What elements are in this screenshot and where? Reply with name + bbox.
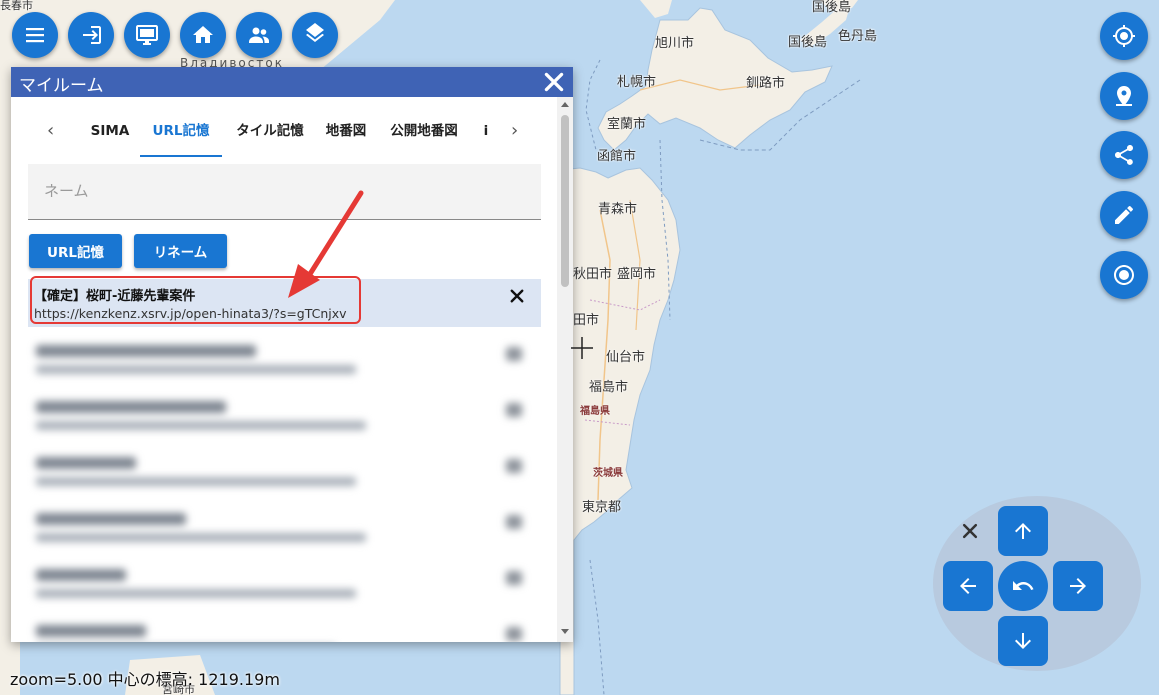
share-button[interactable] — [1100, 131, 1148, 179]
blurred-list-item — [28, 333, 541, 385]
users-button[interactable] — [236, 12, 282, 58]
layers-button[interactable] — [292, 12, 338, 58]
map-label-kunashiri: 国後島 — [788, 35, 828, 50]
arrow-down-icon — [1015, 633, 1031, 649]
map-label-sendai: 仙台市 — [606, 350, 646, 365]
save-url-button[interactable]: URL記憶 — [29, 234, 122, 268]
map-center-crosshair — [571, 337, 593, 359]
map-label-yamagata: 田市 — [573, 313, 600, 328]
map-label-fukushima: 福島市 — [589, 380, 629, 395]
zoom-elevation-status: zoom=5.00 中心の標高: 1219.19m — [10, 670, 280, 689]
tab-sima[interactable]: SIMA — [81, 119, 139, 155]
current-location-button[interactable] — [1100, 12, 1148, 60]
share-icon — [1115, 145, 1133, 165]
location-pin-icon — [1116, 86, 1132, 106]
scroll-down-icon[interactable] — [560, 628, 570, 636]
my-room-dialog: マイルーム ‹ SIMA URL記憶 タイル記憶 地番図 公開地番図 i › U… — [11, 67, 573, 642]
arrow-left-icon — [960, 578, 976, 594]
tab-bar: ‹ SIMA URL記憶 タイル記憶 地番図 公開地番図 i › — [41, 119, 536, 157]
pan-left-button[interactable] — [943, 561, 993, 611]
map-label-aomori: 青森市 — [598, 202, 638, 217]
map-label-shikotan: 色丹島 — [838, 29, 878, 44]
reset-rotation-button[interactable] — [998, 561, 1048, 611]
dialog-title: マイルーム — [19, 76, 104, 96]
blurred-list-item — [28, 389, 541, 441]
tab-more[interactable]: i — [477, 119, 495, 155]
crosshair-target-icon — [1113, 25, 1135, 47]
map-label-morioka: 盛岡市 — [617, 267, 657, 282]
radio-target-icon — [1114, 265, 1134, 285]
list-item[interactable]: 【確定】桜町-近藤先輩案件 https://kenzkenz.xsrv.jp/o… — [28, 279, 541, 327]
tab-prev-arrow[interactable]: ‹ — [47, 119, 54, 143]
pan-up-button[interactable] — [998, 506, 1048, 556]
home-button[interactable] — [180, 12, 226, 58]
blurred-list-item — [28, 613, 541, 642]
arrow-right-icon — [1070, 578, 1086, 594]
map-label-ibaraki-pref: 茨城県 — [593, 468, 623, 479]
blurred-list-item — [28, 445, 541, 497]
map-pan-control — [933, 496, 1141, 671]
map-label-tokyo: 東京都 — [582, 500, 622, 515]
tab-public-parcel-map[interactable]: 公開地番図 — [381, 119, 467, 155]
undo-icon — [1013, 581, 1034, 590]
close-icon[interactable] — [960, 521, 980, 541]
close-icon[interactable] — [541, 69, 567, 95]
monitor-button[interactable] — [124, 12, 170, 58]
scroll-up-icon[interactable] — [560, 100, 570, 108]
home-icon — [193, 26, 213, 43]
rename-button[interactable]: リネーム — [134, 234, 227, 268]
name-input[interactable] — [28, 164, 541, 218]
list-item-title: 【確定】桜町-近藤先輩案件 — [34, 289, 196, 304]
blurred-list — [11, 327, 557, 642]
scrollbar-thumb[interactable] — [561, 115, 569, 287]
pan-down-button[interactable] — [998, 616, 1048, 666]
monitor-icon — [136, 25, 158, 45]
blurred-list-item — [28, 557, 541, 609]
name-field[interactable] — [28, 164, 541, 220]
map-label-akita: 秋田市 — [573, 267, 613, 282]
edit-pencil-icon — [1115, 205, 1133, 224]
tab-url-memory[interactable]: URL記憶 — [140, 119, 222, 157]
map-label-asahikawa: 旭川市 — [655, 36, 695, 51]
edit-button[interactable] — [1100, 191, 1148, 239]
menu-icon — [26, 28, 44, 43]
map-label-fukushima-pref: 福島県 — [580, 406, 610, 417]
pan-right-button[interactable] — [1053, 561, 1103, 611]
map-label-nagaharu: 長春市 — [0, 0, 33, 12]
map-label-top-island: 国後島 — [812, 0, 852, 15]
layers-icon — [306, 23, 324, 42]
login-icon — [83, 26, 101, 44]
dialog-header[interactable]: マイルーム — [11, 67, 573, 97]
blurred-list-item — [28, 501, 541, 553]
arrow-up-icon — [1015, 523, 1031, 539]
list-item-url: https://kenzkenz.xsrv.jp/open-hinata3/?s… — [34, 306, 347, 321]
menu-button[interactable] — [12, 12, 58, 58]
map-label-sapporo: 札幌市 — [617, 75, 657, 90]
users-icon — [249, 27, 269, 43]
tab-next-arrow[interactable]: › — [511, 119, 518, 143]
target-button[interactable] — [1100, 251, 1148, 299]
delete-icon[interactable] — [508, 287, 526, 305]
tab-tile-memory[interactable]: タイル記憶 — [227, 119, 313, 155]
location-pin-button[interactable] — [1100, 72, 1148, 120]
tab-parcel-map[interactable]: 地番図 — [318, 119, 374, 155]
map-label-hakodate: 函館市 — [597, 149, 637, 164]
map-label-muroran: 室蘭市 — [607, 117, 647, 132]
login-button[interactable] — [68, 12, 114, 58]
map-label-kushiro: 釧路市 — [746, 76, 786, 91]
